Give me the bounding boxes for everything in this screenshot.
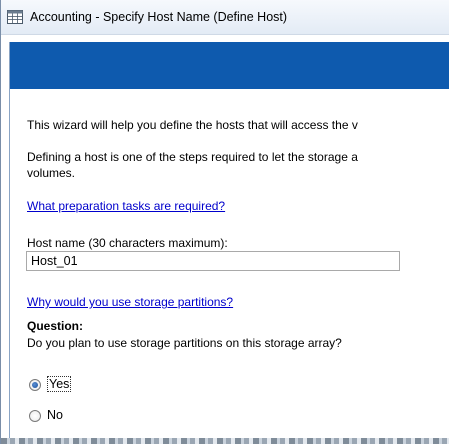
- yes-radio-label[interactable]: Yes: [47, 376, 72, 392]
- window-title: Accounting - Specify Host Name (Define H…: [30, 10, 288, 24]
- left-border: [9, 42, 10, 444]
- wizard-window: Accounting - Specify Host Name (Define H…: [0, 0, 449, 444]
- host-name-input[interactable]: [26, 251, 400, 271]
- host-name-label: Host name (30 characters maximum):: [27, 236, 228, 250]
- question-label: Question:: [27, 319, 83, 333]
- defining-text-line1: Defining a host is one of the steps requ…: [27, 150, 358, 164]
- no-radio-label[interactable]: No: [47, 408, 63, 422]
- yes-radio[interactable]: [29, 379, 41, 391]
- defining-text-line2: volumes.: [27, 166, 76, 180]
- title-bar[interactable]: Accounting - Specify Host Name (Define H…: [1, 0, 449, 35]
- header-banner: [10, 42, 449, 89]
- no-radio[interactable]: [29, 410, 41, 422]
- storage-partitions-link[interactable]: Why would you use storage partitions?: [27, 295, 233, 309]
- intro-text: This wizard will help you define the hos…: [27, 118, 358, 132]
- question-text: Do you plan to use storage partitions on…: [27, 336, 342, 350]
- yes-label-text: Yes: [47, 376, 72, 392]
- bottom-edge: [1, 438, 449, 444]
- spreadsheet-icon: [7, 10, 23, 24]
- preparation-tasks-link[interactable]: What preparation tasks are required?: [27, 199, 225, 213]
